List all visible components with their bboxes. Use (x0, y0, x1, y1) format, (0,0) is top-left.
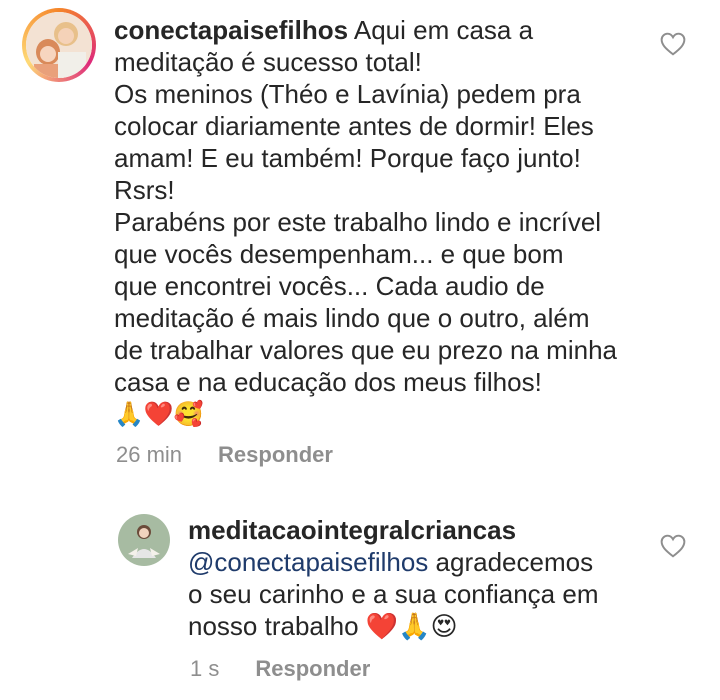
reply-button[interactable]: Responder (218, 442, 333, 468)
avatar-meditacaointegralcriancas[interactable] (118, 514, 170, 566)
comment-line: de trabalhar valores que eu prezo na min… (114, 335, 617, 365)
comment-line: que vocês desempenham... e que bom (114, 239, 564, 269)
comment-line: meditação é mais lindo que o outro, além (114, 303, 590, 333)
reply-time: 1 s (190, 656, 220, 681)
comment-line: casa e na educação dos meus filhos! (114, 367, 542, 397)
comment-emoji-line: 🙏❤️🥰 (114, 400, 204, 428)
reply-meta: 1 s Responder (190, 656, 370, 682)
reply-line: nosso trabalho ❤️🙏😍 (188, 611, 458, 641)
comment-reply: meditacaointegralcriancas @conectapaisef… (0, 500, 720, 700)
comment-line: colocar diariamente antes de dormir! Ele… (114, 111, 594, 141)
comment-line: que encontrei vocês... Cada audio de (114, 271, 545, 301)
comment-line: amam! E eu também! Porque faço junto! (114, 143, 581, 173)
reply-username[interactable]: meditacaointegralcriancas (188, 515, 516, 545)
comment-line: Os meninos (Théo e Lavínia) pedem pra (114, 79, 581, 109)
comment-line: Aqui em casa a (348, 15, 534, 45)
reply-line: agradecemos (428, 547, 594, 577)
reply-text: meditacaointegralcriancas @conectapaisef… (188, 514, 658, 642)
comment-line: meditação é sucesso total! (114, 47, 422, 77)
heart-outline-icon[interactable] (660, 534, 686, 558)
comment-meta: 26 min Responder (116, 442, 333, 468)
reply-button[interactable]: Responder (255, 656, 370, 682)
comment-line: Parabéns por este trabalho lindo e incrí… (114, 207, 602, 237)
heart-outline-icon[interactable] (660, 32, 686, 56)
reply-line: o seu carinho e a sua confiança em (188, 579, 599, 609)
mention-link[interactable]: @conectapaisefilhos (188, 547, 428, 577)
comment-time: 26 min (116, 442, 183, 467)
comment-username[interactable]: conectapaisefilhos (114, 15, 348, 45)
comment-1: conectapaisefilhos Aqui em casa a medita… (0, 0, 720, 480)
comment-text: conectapaisefilhos Aqui em casa a medita… (114, 14, 654, 430)
avatar-conectapaisefilhos[interactable] (26, 12, 92, 78)
comment-line: Rsrs! (114, 175, 175, 205)
